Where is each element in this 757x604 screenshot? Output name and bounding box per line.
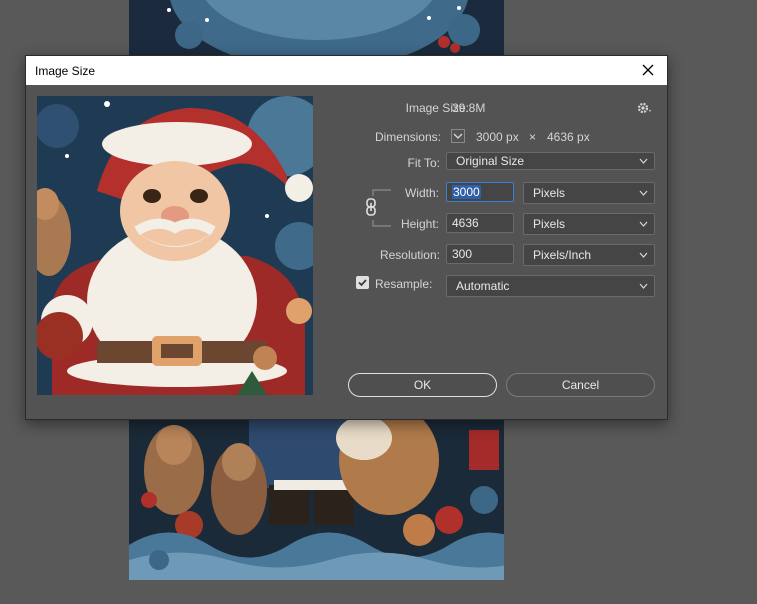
resolution-unit-dropdown[interactable]: Pixels/Inch [523,244,655,266]
height-value: 4636 [452,216,479,230]
chain-link-icon [366,198,376,216]
dialog-title: Image Size [35,64,96,78]
image-size-dialog: Image Size Image Size: 39.8M Dimensions:… [25,55,668,420]
resample-checkbox[interactable] [356,276,369,289]
image-preview[interactable] [37,96,313,395]
height-unit-value: Pixels [533,217,566,231]
settings-button[interactable] [637,101,653,115]
chevron-down-icon [453,133,463,139]
height-label: Height: [400,217,439,231]
width-unit-dropdown[interactable]: Pixels [523,182,655,204]
chevron-down-icon [639,190,648,196]
height-input[interactable]: 4636 [446,213,514,233]
constrain-proportions-toggle[interactable] [364,198,378,216]
dimensions-width: 3000 px [476,130,519,144]
cancel-button[interactable]: Cancel [506,373,655,397]
fit-to-label: Fit To: [407,156,440,170]
dialog-titlebar: Image Size [26,56,667,85]
width-input[interactable]: 3000 [446,182,514,202]
height-unit-dropdown[interactable]: Pixels [523,213,655,235]
fit-to-dropdown[interactable]: Original Size [446,152,655,170]
chevron-down-icon [639,221,648,227]
gear-icon [637,102,651,114]
close-button[interactable] [635,59,661,81]
resample-label: Resample: [375,277,433,291]
dimensions-label: Dimensions: [374,130,441,144]
width-unit-value: Pixels [533,186,566,200]
chevron-down-icon [639,252,648,258]
resolution-unit-value: Pixels/Inch [533,248,592,262]
resolution-input[interactable]: 300 [446,244,514,264]
dimensions-height: 4636 px [547,130,590,144]
fit-to-value: Original Size [456,154,525,168]
resample-value: Automatic [456,279,510,293]
close-icon [642,64,654,76]
chevron-down-icon [639,283,648,289]
dimensions-times: × [529,130,537,144]
resolution-value: 300 [452,247,473,261]
checkmark-icon [358,279,367,287]
width-label: Width: [404,186,439,200]
image-size-value: 39.8M [452,101,486,115]
width-value: 3000 [452,185,481,199]
chevron-down-icon [639,158,648,164]
resolution-label: Resolution: [379,248,440,262]
resample-dropdown[interactable]: Automatic [446,275,655,297]
dimensions-menu-button[interactable] [451,129,465,143]
ok-button[interactable]: OK [348,373,497,397]
